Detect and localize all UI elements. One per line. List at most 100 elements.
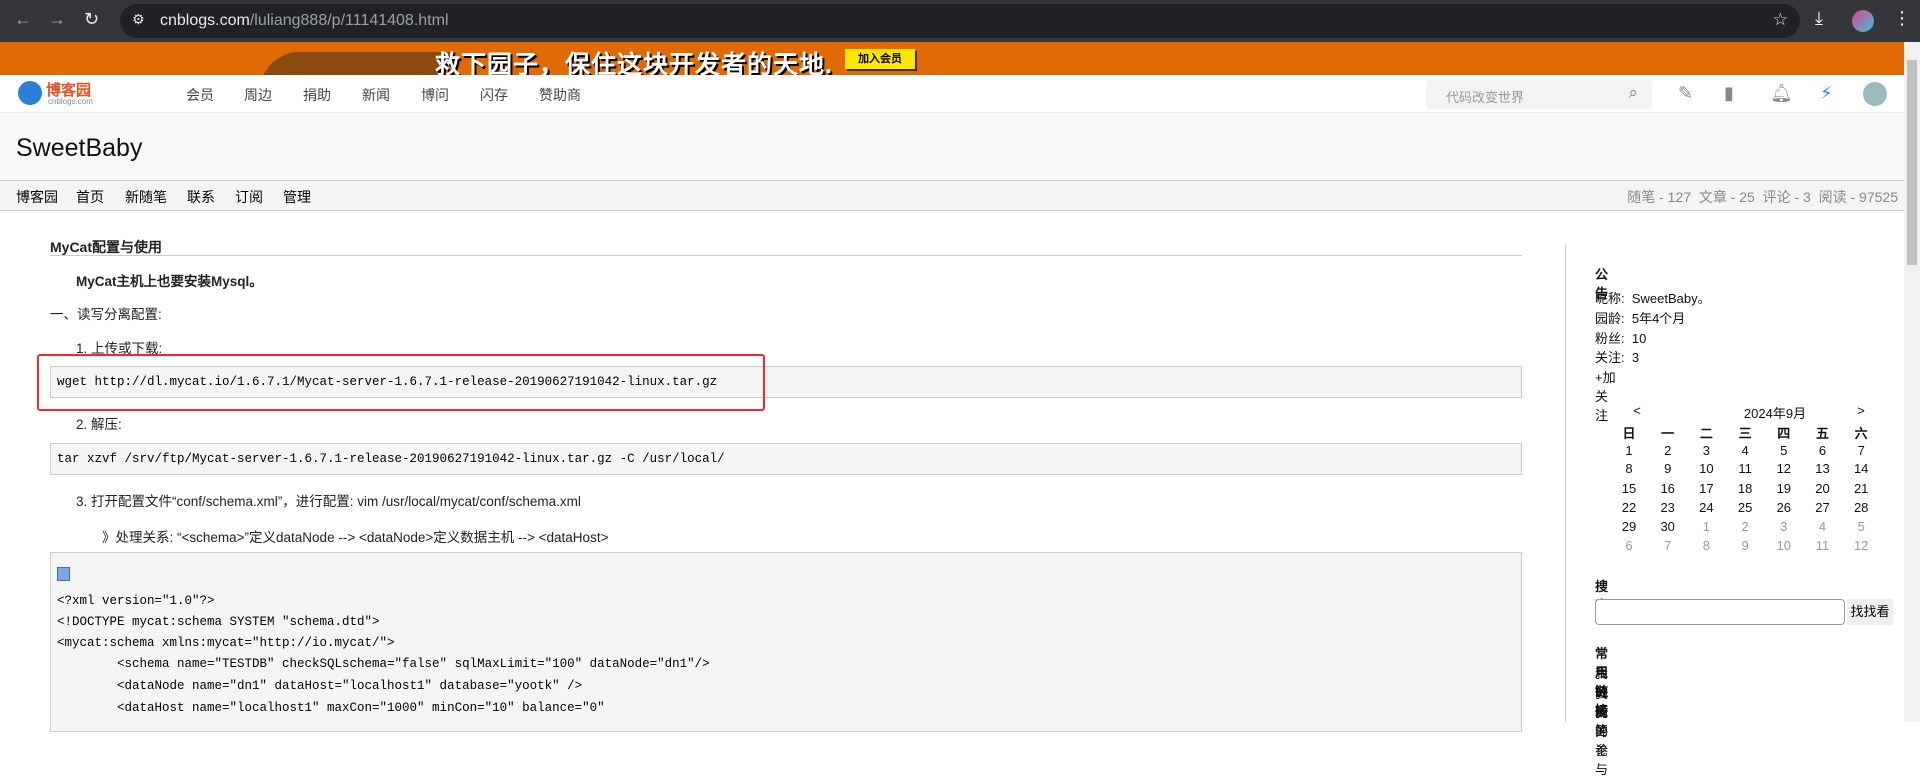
calendar-day[interactable]: 1 (1691, 519, 1721, 534)
site-search-input[interactable]: 代码改变世界 ⌕ (1426, 80, 1652, 109)
nav-merch[interactable]: 周边 (244, 85, 272, 105)
profile-following[interactable]: 关注: 3 (1595, 347, 1639, 366)
calendar-day[interactable]: 8 (1691, 538, 1721, 553)
calendar-day[interactable]: 22 (1614, 500, 1644, 515)
profile-age: 园龄: 5年4个月 (1595, 311, 1686, 326)
edit-icon[interactable]: ✎ (1678, 83, 1693, 104)
site-navbar: 博客园 cnblogs.com 会员 周边 捐助 新闻 博问 闪存 赞助商 代码… (0, 75, 1904, 113)
document-icon[interactable]: ▮ (1724, 83, 1734, 104)
banner-graphic (253, 52, 457, 75)
forward-icon[interactable]: → (48, 9, 66, 30)
highlight-annotation-box (37, 354, 765, 411)
calendar-day[interactable]: 5 (1769, 443, 1799, 458)
nav-news[interactable]: 新闻 (362, 85, 390, 105)
calendar-day[interactable]: 11 (1730, 461, 1760, 476)
reload-icon[interactable]: ↻ (84, 9, 99, 30)
calendar-day[interactable]: 2 (1653, 443, 1683, 458)
calendar-day[interactable]: 23 (1653, 500, 1683, 515)
lightning-icon[interactable]: ⚡︎ (1820, 83, 1833, 104)
profile-avatar[interactable] (1852, 10, 1874, 32)
profile-fans[interactable]: 粉丝: 10 (1595, 328, 1646, 347)
blog-nav-home[interactable]: 首页 (76, 187, 104, 207)
post-title[interactable]: MyCat配置与使用 (50, 237, 162, 257)
link-my-participation[interactable]: 我的参与 (1595, 702, 1608, 778)
calendar-day[interactable]: 14 (1846, 461, 1876, 476)
blog-title[interactable]: SweetBaby (16, 134, 142, 163)
calendar-day[interactable]: 9 (1653, 461, 1683, 476)
blog-nav-new-post[interactable]: 新随笔 (125, 187, 167, 207)
calendar-day[interactable]: 13 (1808, 461, 1838, 476)
calendar-day[interactable]: 20 (1808, 481, 1838, 496)
calendar-weekday: 六 (1854, 426, 1868, 441)
nav-member[interactable]: 会员 (186, 85, 214, 105)
calendar-day[interactable]: 5 (1846, 519, 1876, 534)
profile-nickname: 昵称: SweetBaby。 (1595, 291, 1711, 306)
logo-icon[interactable] (18, 81, 42, 105)
address-bar[interactable]: ⚙ cnblogs.com/luliang888/p/11141408.html… (120, 4, 1800, 38)
calendar-day[interactable]: 1 (1614, 443, 1644, 458)
calendar-day[interactable]: 30 (1653, 519, 1683, 534)
download-icon[interactable]: ⤓ (1815, 8, 1823, 29)
calendar-prev-button[interactable]: < (1622, 403, 1652, 418)
user-avatar[interactable] (1863, 82, 1887, 106)
calendar-day[interactable]: 28 (1846, 500, 1876, 515)
calendar-day[interactable]: 3 (1769, 519, 1799, 534)
calendar-day[interactable]: 26 (1769, 500, 1799, 515)
bell-icon[interactable]: 🔔︎ (1770, 83, 1793, 104)
menu-icon[interactable]: ⋮ (1893, 8, 1911, 29)
code-line: <?xml version="1.0"?> (57, 594, 215, 608)
blog-search-button[interactable]: 找找看 (1847, 599, 1893, 625)
back-icon[interactable]: ← (14, 9, 32, 30)
calendar-day[interactable]: 7 (1653, 538, 1683, 553)
banner-slogan: 救下园子，保住这块开发者的天地. (435, 51, 833, 75)
calendar-day[interactable]: 24 (1691, 500, 1721, 515)
blog-nav-subscribe[interactable]: 订阅 (235, 187, 263, 207)
calendar-next-button[interactable]: > (1846, 403, 1876, 418)
calendar-day[interactable]: 10 (1691, 461, 1721, 476)
nav-qa[interactable]: 博问 (421, 85, 449, 105)
blog-nav-cnblogs[interactable]: 博客园 (16, 187, 58, 207)
search-placeholder: 代码改变世界 (1446, 90, 1525, 105)
code-block-tar: tar xzvf /srv/ftp/Mycat-server-1.6.7.1-r… (50, 443, 1522, 475)
calendar-day[interactable]: 6 (1614, 538, 1644, 553)
calendar-day[interactable]: 3 (1691, 443, 1721, 458)
follow-link[interactable]: +加关注 (1595, 367, 1616, 424)
calendar-day[interactable]: 15 (1614, 481, 1644, 496)
join-member-button[interactable]: 加入会员 (845, 49, 915, 69)
copy-code-icon[interactable] (57, 567, 70, 581)
post-intro: MyCat主机上也要安装Mysql。 (76, 274, 263, 289)
calendar-day[interactable]: 4 (1730, 443, 1760, 458)
calendar-day[interactable]: 8 (1614, 461, 1644, 476)
calendar-day[interactable]: 6 (1808, 443, 1838, 458)
nav-sponsors[interactable]: 赞助商 (539, 85, 581, 105)
calendar-day[interactable]: 10 (1769, 538, 1799, 553)
blog-nav-contact[interactable]: 联系 (187, 187, 215, 207)
calendar-day[interactable]: 27 (1808, 500, 1838, 515)
calendar-day[interactable]: 17 (1691, 481, 1721, 496)
calendar-day[interactable]: 29 (1614, 519, 1644, 534)
calendar-day[interactable]: 2 (1730, 519, 1760, 534)
calendar-day[interactable]: 11 (1808, 538, 1838, 553)
url-domain: cnblogs.com (160, 12, 250, 29)
calendar-day[interactable]: 21 (1846, 481, 1876, 496)
calendar-day[interactable]: 18 (1730, 481, 1760, 496)
calendar-day[interactable]: 12 (1769, 461, 1799, 476)
calendar-day[interactable]: 19 (1769, 481, 1799, 496)
scrollbar-thumb[interactable] (1907, 60, 1917, 265)
blog-nav-manage[interactable]: 管理 (283, 187, 311, 207)
nav-donate[interactable]: 捐助 (303, 85, 331, 105)
code-line: <schema name="TESTDB" checkSQLschema="fa… (57, 657, 710, 671)
calendar-day[interactable]: 16 (1653, 481, 1683, 496)
site-settings-icon[interactable]: ⚙ (132, 11, 145, 28)
step-3-label: 3. 打开配置文件“conf/schema.xml”，进行配置: vim /us… (76, 494, 581, 509)
calendar-day[interactable]: 4 (1808, 519, 1838, 534)
search-icon[interactable]: ⌕ (1628, 83, 1638, 103)
calendar-day[interactable]: 12 (1846, 538, 1876, 553)
nav-flash[interactable]: 闪存 (480, 85, 508, 105)
bookmark-star-icon[interactable]: ☆ (1773, 10, 1788, 30)
blog-search-input[interactable] (1595, 599, 1845, 625)
calendar-day[interactable]: 9 (1730, 538, 1760, 553)
promo-banner[interactable]: 救下园子，保住这块开发者的天地. 加入会员 (0, 42, 1904, 75)
calendar-day[interactable]: 25 (1730, 500, 1760, 515)
calendar-day[interactable]: 7 (1846, 443, 1876, 458)
